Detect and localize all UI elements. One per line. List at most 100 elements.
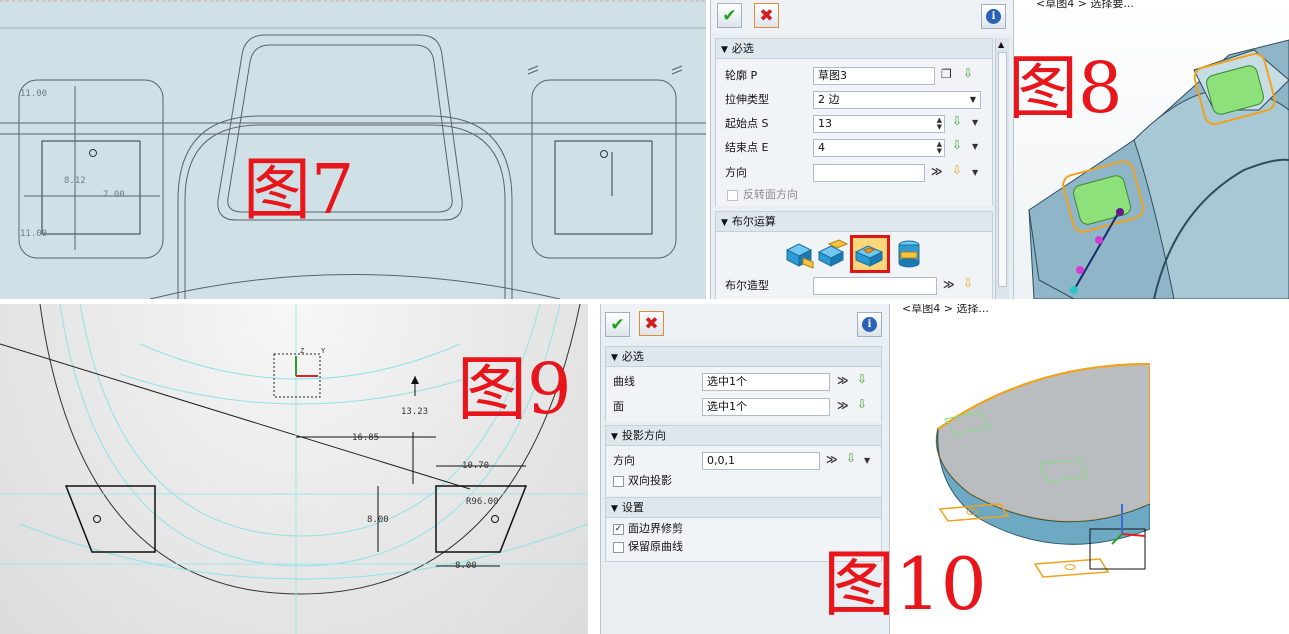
sketch-icon[interactable]: ❐ [941,67,952,81]
end-label: 结束点 E [725,141,769,154]
curve-field[interactable]: 选中1个 [702,373,830,391]
profile-field[interactable]: 草图3 [813,67,935,85]
fig9-dim-6: 8.00 [455,561,477,571]
fig7-sketch [0,0,706,299]
keep-original-label: 保留原曲线 [628,540,683,553]
caret-icon[interactable]: ▼ [972,118,978,127]
bidirectional-label: 双向投影 [628,474,672,487]
fig7-dim-2: 8.12 [64,176,86,186]
collapse-triangle-icon: ▼ [611,432,618,442]
x-icon: ✖ [644,313,659,334]
end-field[interactable]: 4 ▲ ▼ [813,139,945,157]
axis-z-label: Z [300,347,305,355]
fig8-model [1028,39,1289,299]
ok-button[interactable]: ✔ [717,3,742,28]
ok-button[interactable]: ✔ [605,312,630,337]
fig9-label: 图9 [457,348,572,430]
double-chevron-icon[interactable]: ≫ [826,453,838,466]
caret-icon[interactable]: ▼ [864,456,870,465]
section-required[interactable]: ▼ 必选 [715,38,993,59]
cancel-button[interactable]: ✖ [754,3,779,28]
fig9-dim-5: 8.00 [367,515,389,525]
extrude-type-label: 拉伸类型 [725,93,769,106]
spinner-icon[interactable]: ▲ ▼ [937,117,942,131]
help-button[interactable]: i [857,312,882,337]
double-chevron-icon[interactable]: ≫ [837,399,849,412]
intersect-icon[interactable] [893,238,925,270]
caret-icon[interactable]: ▼ [972,168,978,177]
pick-icon[interactable]: ⇩ [857,397,867,411]
section-projection[interactable]: ▼ 投影方向 [605,425,882,446]
pick-icon[interactable]: ⇩ [952,163,962,177]
pick-icon[interactable]: ⇩ [857,372,867,386]
add-icon[interactable] [817,238,849,270]
pick-icon[interactable]: ⇩ [963,66,973,80]
pick-icon[interactable]: ⇩ [963,276,973,290]
trim-label: 面边界修剪 [628,522,683,535]
face-field[interactable]: 选中1个 [702,398,830,416]
pick-icon[interactable]: ⇩ [952,138,962,152]
fig9-viewport[interactable]: 13.23 16.85 10.70 R96.00 8.00 8.00 Z Y 图… [0,304,588,634]
base-icon[interactable] [783,238,815,270]
info-icon: i [986,9,1001,24]
face-label: 面 [613,400,624,413]
scroll-up-icon[interactable]: ▲ [998,40,1004,49]
dropdown-arrow-icon: ▼ [969,95,976,104]
section-boolean[interactable]: ▼ 布尔运算 [715,211,993,232]
double-chevron-icon[interactable]: ≫ [943,278,955,291]
fig7-dim-1: 11.00 [20,89,48,99]
start-field[interactable]: 13 ▲ ▼ [813,115,945,133]
direction-field[interactable] [813,164,925,182]
fig9-dim-3: 10.70 [462,461,490,471]
fig8-label: 图8 [1014,47,1123,129]
cancel-button[interactable]: ✖ [639,311,664,336]
flip-label: 反转面方向 [743,188,798,201]
fig8-header: <草图4 > 选择要... [1036,0,1134,10]
collapse-triangle-icon: ▼ [611,504,618,514]
x-icon: ✖ [759,5,774,26]
fig7-dim-4: 11.00 [20,229,48,239]
scroll-thumb[interactable] [998,52,1007,287]
flip-checkbox[interactable] [727,190,738,201]
curve-label: 曲线 [613,375,635,388]
start-label: 起始点 S [725,117,769,130]
dialog-scrollbar[interactable]: ▲ [995,38,1009,299]
boolean-shape-label: 布尔造型 [725,279,769,292]
subtract-icon [854,245,884,267]
fig7-viewport[interactable]: 11.00 8.12 7.00 11.00 图7 [0,0,706,299]
fig10-label: 图10 [823,542,987,626]
collapse-triangle-icon: ▼ [721,45,728,55]
fig7-dim-3: 7.00 [103,190,125,200]
spinner-icon[interactable]: ▲ ▼ [937,141,942,155]
extrude-dialog: ✔ ✖ i ▼ 必选 轮廓 P 草图3 ❐ ⇩ 拉伸类型 2 边 ▼ 起始点 S 1… [710,0,1014,299]
section-required[interactable]: ▼ 必选 [605,346,882,367]
keep-original-checkbox[interactable] [613,542,624,553]
axis-y-label: Y [321,347,326,355]
fig10-header: <草图4 > 选择... [902,304,989,315]
double-chevron-icon[interactable]: ≫ [931,165,943,178]
fig9-dim-1: 13.23 [401,407,429,417]
trim-checkbox[interactable]: ✓ [613,524,624,535]
help-button[interactable]: i [981,4,1006,29]
fig8-viewport[interactable]: <草图4 > 选择要... 图8 [1014,0,1289,299]
collapse-triangle-icon: ▼ [721,218,728,228]
check-icon: ✔ [610,314,625,335]
fig7-label: 图7 [243,151,355,230]
pick-icon[interactable]: ⇩ [952,114,962,128]
section-settings[interactable]: ▼ 设置 [605,497,882,518]
double-chevron-icon[interactable]: ≫ [837,374,849,387]
collapse-triangle-icon: ▼ [611,353,618,363]
direction-field[interactable]: 0,0,1 [702,452,820,470]
fig9-dim-4: R96.00 [466,497,499,507]
profile-label: 轮廓 P [725,69,758,82]
boolean-subtract-selected[interactable] [850,235,890,273]
boolean-shape-field[interactable] [813,277,937,295]
extrude-type-select[interactable]: 2 边 ▼ [813,91,981,109]
info-icon: i [862,317,877,332]
direction-label: 方向 [725,166,747,179]
fig9-dim-2: 16.85 [352,433,380,443]
bidirectional-checkbox[interactable] [613,476,624,487]
check-icon: ✔ [722,5,737,26]
pick-icon[interactable]: ⇩ [846,451,856,465]
caret-icon[interactable]: ▼ [972,142,978,151]
